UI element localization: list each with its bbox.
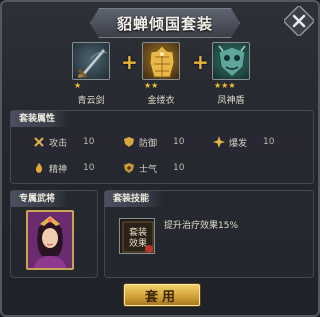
shield-icon (218, 45, 246, 78)
apply-set-button[interactable]: 套用 (124, 284, 200, 306)
attr-attack: 攻击 10 (33, 135, 94, 149)
skill-header: 套装技能 (105, 191, 164, 207)
attr-burst: 爆发 10 (213, 135, 274, 149)
attr-label: 士气 (139, 164, 158, 175)
attr-value: 10 (173, 137, 185, 147)
item-1-name: 青云剑 (77, 96, 105, 106)
close-icon[interactable] (284, 6, 314, 36)
golden-armor-icon (149, 45, 175, 78)
attr-label: 爆发 (229, 138, 248, 149)
attr-spirit: 精神 10 (33, 161, 94, 175)
set-detail-panel: 貂蝉倾国套装 ★ 青云剑 + ★★ 金缕衣 + ★★★ 凤神盾 套装属性 攻击 … (0, 0, 320, 317)
panel-title: 貂蝉倾国套装 (116, 14, 213, 33)
set-items-row: ★ 青云剑 + ★★ 金缕衣 + ★★★ 凤神盾 (2, 42, 318, 106)
attr-label: 精神 (49, 164, 68, 175)
general-portrait[interactable] (26, 210, 74, 270)
item-2-name: 金缕衣 (147, 96, 175, 106)
burst-icon (213, 136, 225, 148)
attr-morale: 士气 10 (123, 161, 184, 175)
set-skill-icon[interactable]: 套装效果 (119, 218, 155, 254)
skill-icon-line-1: 套装效果 (129, 226, 147, 249)
attr-value: 10 (263, 137, 275, 147)
shield-icon (124, 137, 134, 147)
general-header: 专属武将 (11, 191, 70, 207)
item-2-stars: ★★ (144, 81, 159, 90)
skill-description: 提升治疗效果15% (164, 221, 239, 231)
crossed-swords-icon (34, 137, 44, 147)
general-avatar-icon (28, 212, 72, 268)
set-item-1[interactable] (72, 42, 110, 80)
attributes-header: 套装属性 (11, 111, 70, 127)
attr-label: 攻击 (49, 138, 68, 149)
plus-icon: + (192, 50, 209, 74)
attr-label: 防御 (139, 138, 158, 149)
attr-value: 10 (83, 163, 95, 173)
attr-value: 10 (83, 137, 95, 147)
plus-icon: + (121, 50, 138, 74)
item-3-stars: ★★★ (214, 81, 236, 90)
set-attributes-section: 套装属性 攻击 10 防御 10 爆发 10 精神 10 士气 10 (10, 110, 314, 184)
sword-icon (77, 48, 108, 79)
flame-icon (35, 163, 43, 173)
set-item-3[interactable] (212, 42, 250, 80)
skill-icon: 套装效果 (120, 219, 154, 253)
title-plate: 貂蝉倾国套装 (90, 8, 240, 38)
morale-shield-icon (124, 163, 134, 173)
attr-defense: 防御 10 (123, 135, 184, 149)
item-3-name: 凤神盾 (217, 96, 245, 106)
item-1-stars: ★ (74, 81, 82, 90)
attr-value: 10 (173, 163, 185, 173)
set-item-2[interactable] (142, 42, 180, 80)
